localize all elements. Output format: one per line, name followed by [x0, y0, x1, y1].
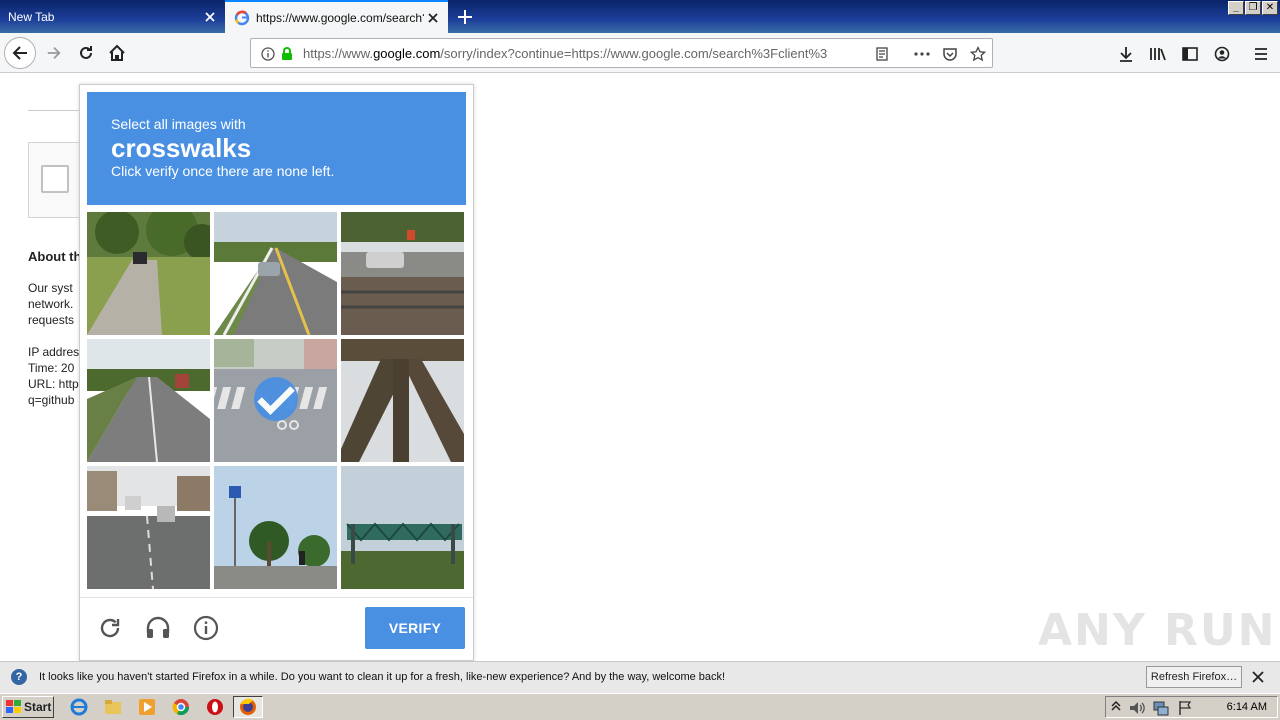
reload-icon [100, 618, 120, 638]
downloads-button[interactable] [1115, 43, 1137, 65]
refresh-firefox-button[interactable]: Refresh Firefox… [1146, 666, 1242, 688]
reload-icon [80, 46, 92, 59]
image-tile[interactable] [214, 212, 337, 335]
start-button[interactable]: Start [2, 696, 54, 718]
reload-challenge-button[interactable] [96, 614, 124, 642]
menu-button[interactable] [1250, 43, 1272, 65]
library-button[interactable] [1147, 43, 1169, 65]
image-tile[interactable] [87, 466, 210, 589]
notification-bar: ? It looks like you haven't started Fire… [0, 661, 1280, 693]
account-icon [1214, 46, 1230, 62]
anyrun-watermark: ANY RUN [1038, 605, 1277, 656]
minimize-button[interactable]: _ [1228, 1, 1244, 15]
challenge-header: Select all images with crosswalks Click … [87, 92, 466, 205]
image-tile[interactable] [214, 466, 337, 589]
download-icon [1120, 47, 1132, 62]
tab-strip: New Tab https://www.google.com/search?c … [0, 0, 1280, 33]
restore-button[interactable]: ❐ [1245, 1, 1261, 15]
image-grid [87, 212, 466, 591]
image-tile[interactable] [87, 339, 210, 462]
account-button[interactable] [1211, 43, 1233, 65]
media-player-icon[interactable] [138, 698, 156, 716]
page-text-line: URL: http [28, 377, 79, 391]
info-icon[interactable] [259, 45, 277, 63]
home-button[interactable] [101, 37, 133, 69]
chevron-up-icon[interactable] [1110, 699, 1122, 713]
page-text-line: Our syst [28, 281, 73, 295]
new-tab-button[interactable] [454, 6, 476, 28]
info-icon [193, 615, 219, 641]
about-heading: About th [28, 249, 82, 264]
network-icon[interactable] [1152, 699, 1170, 717]
navigation-toolbar: https://www.google.com/sorry/index?conti… [0, 33, 1280, 73]
back-button[interactable] [4, 37, 36, 69]
reload-button[interactable] [70, 37, 102, 69]
firefox-icon [240, 698, 256, 715]
close-window-button[interactable]: ✕ [1262, 1, 1278, 15]
volume-icon[interactable] [1128, 699, 1146, 717]
clock: 6:14 AM [1226, 701, 1267, 713]
sidebar-icon [1182, 47, 1198, 61]
window-controls: _ ❐ ✕ [1228, 1, 1278, 15]
page-text-line: q=github [28, 393, 75, 407]
image-tile[interactable] [341, 466, 464, 589]
plus-icon [458, 10, 472, 24]
challenge-hint: Click verify once there are none left. [111, 163, 335, 179]
action-center-flag-icon[interactable] [1176, 699, 1194, 717]
challenge-footer: VERIFY [80, 597, 473, 660]
home-icon [109, 44, 125, 61]
internet-explorer-icon[interactable] [70, 698, 88, 716]
taskbar-firefox-button[interactable] [233, 696, 263, 718]
reader-view-icon[interactable] [873, 45, 891, 63]
page-text-line: Time: 20 [28, 361, 75, 375]
arrow-right-icon [47, 47, 61, 59]
tab-new-tab[interactable]: New Tab [0, 0, 225, 33]
image-tile[interactable] [341, 212, 464, 335]
file-explorer-icon[interactable] [104, 698, 122, 716]
sidebar-button[interactable] [1179, 43, 1201, 65]
close-tab-icon[interactable] [201, 8, 219, 26]
info-button[interactable] [192, 614, 220, 642]
windows-logo-icon [6, 700, 21, 713]
forward-button[interactable] [38, 37, 70, 69]
more-actions-icon[interactable] [913, 45, 931, 63]
url-text[interactable]: https://www.google.com/sorry/index?conti… [303, 46, 843, 61]
bookmark-star-icon[interactable] [969, 45, 987, 63]
lock-icon[interactable] [278, 45, 296, 63]
pocket-icon[interactable] [941, 45, 959, 63]
notification-message: It looks like you haven't started Firefo… [39, 671, 726, 683]
library-icon [1150, 48, 1166, 61]
image-tile[interactable] [87, 212, 210, 335]
url-bar[interactable]: https://www.google.com/sorry/index?conti… [250, 38, 993, 68]
windows-taskbar: Start 6:14 AM [0, 693, 1280, 720]
close-tab-icon[interactable] [424, 9, 442, 27]
tab-title: New Tab [8, 9, 55, 24]
opera-icon[interactable] [206, 698, 224, 716]
image-tile-selected[interactable] [214, 339, 337, 462]
google-icon [234, 10, 250, 25]
challenge-keyword: crosswalks [111, 133, 252, 163]
arrow-left-icon [12, 46, 27, 60]
start-label: Start [24, 700, 52, 714]
recaptcha-checkbox[interactable] [41, 165, 69, 193]
chrome-icon[interactable] [172, 698, 190, 716]
hamburger-menu-icon [1255, 48, 1267, 60]
audio-challenge-button[interactable] [144, 614, 172, 642]
challenge-instruction: Select all images with [111, 116, 246, 132]
verify-button[interactable]: VERIFY [365, 607, 465, 649]
headphones-icon [146, 616, 170, 638]
page-text-line: network. [28, 297, 74, 311]
tab-google-search[interactable]: https://www.google.com/search?c [225, 0, 448, 33]
help-icon: ? [11, 669, 27, 685]
page-text-line: IP addres [28, 345, 80, 359]
page-text-line: requests [28, 313, 75, 327]
checkmark-icon [254, 377, 298, 421]
recaptcha-challenge: Select all images with crosswalks Click … [79, 84, 474, 661]
close-notification-icon[interactable] [1250, 669, 1266, 685]
image-tile[interactable] [341, 339, 464, 462]
system-tray: 6:14 AM [1105, 696, 1278, 718]
tab-title: https://www.google.com/search?c [256, 10, 424, 25]
